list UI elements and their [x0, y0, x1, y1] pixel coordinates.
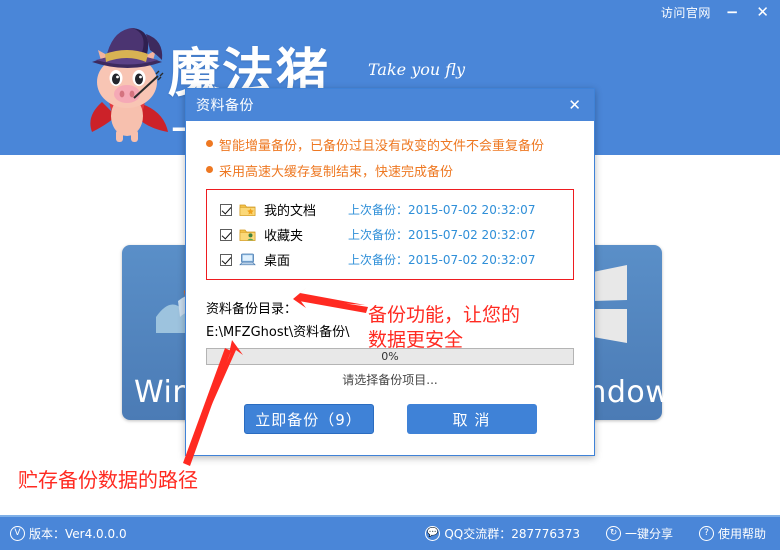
backup-dialog: 资料备份 ✕ 智能增量备份，已备份过且没有改变的文件不会重复备份 采用高速大缓存… — [185, 88, 595, 456]
list-item[interactable]: 桌面 上次备份：2015-07-02 20:32:07 — [207, 247, 573, 272]
bullet-dot-icon — [206, 166, 213, 173]
share-label: 一键分享 — [624, 527, 673, 541]
backup-progress-bar: 0% — [206, 348, 574, 365]
share-item[interactable]: ↻ 一键分享 — [605, 525, 673, 542]
version-icon: V — [10, 526, 25, 541]
backup-dir-label: 资料备份目录： — [206, 302, 298, 317]
backup-item-time: 上次备份：2015-07-02 20:32:07 — [348, 228, 536, 242]
cancel-button[interactable]: 取 消 — [406, 404, 537, 434]
progress-percent-label: 0% — [381, 350, 399, 363]
question-mark-icon: ? — [698, 526, 714, 541]
backup-item-time: 上次备份：2015-07-02 20:32:07 — [348, 253, 536, 267]
version-label: 版本：Ver4.0.0.0 — [29, 527, 127, 541]
backup-item-checkbox[interactable] — [220, 253, 232, 266]
close-button[interactable]: ✕ — [753, 5, 772, 20]
folder-person-icon — [239, 227, 256, 242]
qq-group-item[interactable]: 💬 QQ交流群：287776373 — [425, 525, 580, 542]
backup-dir-path[interactable]: E:\MFZGhost\资料备份\ — [206, 321, 574, 340]
qq-group-label: QQ交流群：287776373 — [444, 527, 580, 541]
list-item[interactable]: 我的文档 上次备份：2015-07-02 20:32:07 — [207, 197, 573, 222]
minimize-button[interactable]: − — [723, 5, 742, 20]
status-bar: V 版本：Ver4.0.0.0 💬 QQ交流群：287776373 ↻ 一键分享… — [0, 515, 780, 550]
dialog-close-icon[interactable]: ✕ — [565, 97, 584, 113]
info-bullet-text: 采用高速大缓存复制结束，快速完成备份 — [219, 165, 454, 180]
folder-star-icon — [239, 202, 256, 217]
dialog-titlebar: 资料备份 ✕ — [186, 89, 594, 121]
brand-tagline: Take you fly — [368, 60, 465, 79]
dialog-button-row: 立即备份（9） 取 消 — [206, 404, 574, 434]
bullet-dot-icon — [206, 140, 213, 147]
backup-item-checkbox[interactable] — [220, 203, 232, 216]
pig-wizard-mascot-icon — [90, 28, 168, 142]
help-label: 使用帮助 — [717, 527, 766, 541]
backup-items-list: 我的文档 上次备份：2015-07-02 20:32:07 收藏夹 上次备份：2… — [206, 189, 574, 280]
share-icon: ↻ — [605, 526, 621, 541]
version-info: V 版本：Ver4.0.0.0 — [10, 525, 127, 542]
app-window: 访问官网 − ✕ 魔法猪 Take you fly Win 7 Windows … — [0, 0, 780, 550]
backup-now-button[interactable]: 立即备份（9） — [243, 404, 374, 434]
chat-bubble-icon: 💬 — [425, 526, 441, 541]
visit-official-site-link[interactable]: 访问官网 — [661, 4, 711, 21]
help-item[interactable]: ? 使用帮助 — [698, 525, 766, 542]
backup-item-name: 我的文档 — [264, 204, 317, 219]
info-bullet: 采用高速大缓存复制结束，快速完成备份 — [206, 161, 574, 180]
backup-item-name: 收藏夹 — [264, 229, 304, 244]
backup-item-name: 桌面 — [264, 254, 291, 269]
status-bar-right: 💬 QQ交流群：287776373 ↻ 一键分享 ? 使用帮助 — [425, 525, 766, 542]
list-item[interactable]: 收藏夹 上次备份：2015-07-02 20:32:07 — [207, 222, 573, 247]
dialog-title: 资料备份 — [196, 98, 254, 114]
info-bullet: 智能增量备份，已备份过且没有改变的文件不会重复备份 — [206, 135, 574, 154]
backup-status-text: 请选择备份项目... — [342, 373, 438, 387]
desktop-monitor-icon — [239, 252, 256, 267]
backup-item-checkbox[interactable] — [220, 228, 232, 241]
info-bullet-text: 智能增量备份，已备份过且没有改变的文件不会重复备份 — [219, 139, 545, 154]
dialog-body: 智能增量备份，已备份过且没有改变的文件不会重复备份 采用高速大缓存复制结束，快速… — [186, 121, 594, 434]
window-controls: 访问官网 − ✕ — [661, 4, 772, 21]
backup-item-time: 上次备份：2015-07-02 20:32:07 — [348, 203, 536, 217]
